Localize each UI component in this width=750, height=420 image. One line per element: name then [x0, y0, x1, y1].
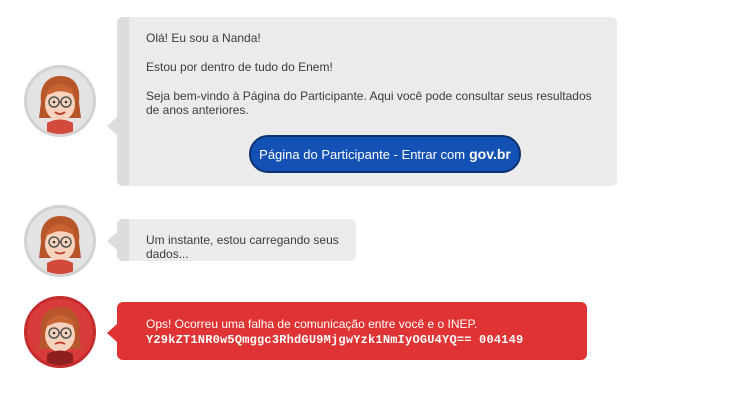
- nanda-avatar-icon: [24, 205, 96, 277]
- login-button-label: Página do Participante - Entrar com: [259, 146, 466, 162]
- nanda-avatar-icon: [24, 65, 96, 137]
- error-text: Ops! Ocorreu uma falha de comunicação en…: [146, 317, 478, 331]
- chat-container: Olá! Eu sou a Nanda! Estou por dentro de…: [0, 0, 750, 420]
- loading-text: Um instante, estou carregando seus dados…: [146, 233, 339, 261]
- greeting-line-2: Estou por dentro de tudo do Enem!: [146, 60, 333, 74]
- nanda-avatar-icon: [24, 296, 96, 368]
- error-bubble: Ops! Ocorreu uma falha de comunicação en…: [107, 302, 587, 360]
- greeting-line-1: Olá! Eu sou a Nanda!: [146, 31, 261, 45]
- loading-bubble: Um instante, estou carregando seus dados…: [107, 219, 356, 261]
- error-code: Y29kZT1NR0w5Qmggc3RhdGU9MjgwYzk1NmIyOGU4…: [146, 333, 524, 347]
- gov-br-brand: gov.br: [469, 146, 511, 162]
- greeting-line-3: Seja bem-vindo à Página do Participante.…: [146, 89, 592, 117]
- participant-page-login-button[interactable]: Página do Participante - Entrar com gov.…: [249, 135, 521, 173]
- greeting-bubble: Olá! Eu sou a Nanda! Estou por dentro de…: [107, 17, 617, 186]
